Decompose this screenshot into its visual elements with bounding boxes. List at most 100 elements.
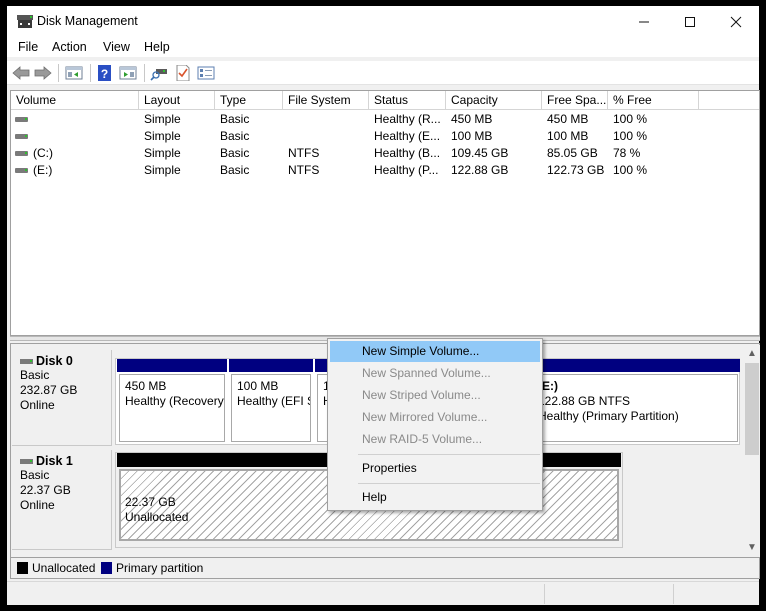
disk-management-app-icon — [17, 15, 33, 28]
volume-layout: Simple — [144, 129, 181, 143]
partition-body: (E:) 122.88 GB NTFS Healthy (Primary Par… — [529, 374, 738, 442]
disk-management-window: Disk Management File Action View Help ? … — [7, 6, 760, 605]
drive-icon — [20, 458, 33, 464]
forward-arrow-icon[interactable] — [34, 65, 52, 81]
volume-capacity: 122.88 GB — [451, 163, 509, 177]
disk-1-status: Online — [20, 498, 55, 512]
volume-free-space: 122.73 GB — [547, 163, 605, 177]
toolbar: ? — [7, 61, 759, 85]
volume-status: Healthy (R... — [374, 112, 441, 126]
help-icon[interactable]: ? — [96, 65, 114, 81]
volume-free-space: 450 MB — [547, 112, 589, 126]
drive-icon — [20, 358, 33, 364]
back-arrow-icon[interactable] — [12, 65, 30, 81]
menu-view[interactable]: View — [103, 40, 130, 54]
console-tree-icon[interactable] — [65, 65, 83, 81]
partition-status: Healthy (EFI S — [237, 394, 311, 408]
close-button[interactable] — [713, 6, 759, 37]
menu-new-simple-volume[interactable]: New Simple Volume... — [330, 341, 540, 362]
disk-0-name: Disk 0 — [36, 354, 73, 368]
unallocated-swatch — [17, 562, 28, 574]
menu-help[interactable]: Help — [144, 40, 170, 54]
drive-icon — [15, 151, 28, 156]
volume-percent-free: 100 % — [613, 129, 648, 143]
partition-title: (E:) — [538, 379, 558, 393]
volume-type: Basic — [220, 112, 250, 126]
status-divider — [673, 584, 674, 604]
drive-icon — [15, 168, 28, 173]
volume-layout: Simple — [144, 112, 181, 126]
minimize-button[interactable] — [621, 6, 667, 37]
disk-1-label[interactable]: Disk 1 Basic 22.37 GB Online — [12, 450, 112, 550]
partition-e[interactable]: (E:) 122.88 GB NTFS Healthy (Primary Par… — [527, 359, 740, 444]
disk-1-name-row: Disk 1 — [20, 454, 111, 468]
primary-partition-bar — [527, 359, 740, 372]
partition-body: 100 MB Healthy (EFI S — [231, 374, 311, 442]
toolbar-separator — [144, 64, 145, 82]
volume-percent-free: 100 % — [613, 163, 648, 177]
disk-0-size: 232.87 GB — [20, 383, 78, 397]
minimize-icon — [639, 21, 649, 22]
legend: Unallocated Primary partition — [10, 558, 760, 579]
checklist-icon[interactable] — [197, 65, 215, 81]
partition-recovery[interactable]: 450 MB Healthy (Recovery — [117, 359, 227, 444]
volume-row[interactable]: (C:) Simple Basic NTFS Healthy (B... 109… — [11, 145, 759, 162]
column-header-file-system[interactable]: File System — [283, 91, 369, 110]
window-title: Disk Management — [37, 14, 138, 28]
menu-new-striped-volume[interactable]: New Striped Volume... — [330, 385, 540, 406]
menu-help-item[interactable]: Help — [330, 487, 540, 508]
volume-row[interactable]: (E:) Simple Basic NTFS Healthy (P... 122… — [11, 162, 759, 179]
disk-0-type: Basic — [20, 368, 50, 382]
volume-capacity: 450 MB — [451, 112, 493, 126]
volume-row[interactable]: Simple Basic Healthy (E... 100 MB 100 MB… — [11, 128, 759, 145]
column-header-empty — [699, 91, 759, 110]
column-header-layout[interactable]: Layout — [139, 91, 215, 110]
drive-icon — [15, 134, 28, 139]
maximize-button[interactable] — [667, 6, 713, 37]
close-icon — [730, 16, 742, 27]
menu-file[interactable]: File — [18, 40, 38, 54]
volume-name: (E:) — [33, 163, 53, 177]
toolbar-separator — [58, 64, 59, 82]
maximize-icon — [685, 16, 695, 27]
column-header-type[interactable]: Type — [215, 91, 283, 110]
scroll-up-icon[interactable]: ▲ — [744, 346, 760, 362]
column-header-percent-free[interactable]: % Free — [608, 91, 699, 110]
volume-row[interactable]: Simple Basic Healthy (R... 450 MB 450 MB… — [11, 111, 759, 128]
menu-properties[interactable]: Properties — [330, 458, 540, 479]
volume-file-system: NTFS — [288, 146, 320, 160]
partition-efi[interactable]: 100 MB Healthy (EFI S — [229, 359, 313, 444]
properties-icon[interactable] — [174, 65, 192, 81]
legend-primary-partition: Primary partition — [116, 561, 204, 575]
volume-percent-free: 100 % — [613, 112, 648, 126]
menu-action[interactable]: Action — [52, 40, 87, 54]
volume-status: Healthy (E... — [374, 129, 441, 143]
menu-new-mirrored-volume[interactable]: New Mirrored Volume... — [330, 407, 540, 428]
action-pane-icon[interactable] — [119, 65, 137, 81]
disk-0-name-row: Disk 0 — [20, 354, 111, 368]
scroll-down-icon[interactable]: ▼ — [744, 540, 760, 556]
column-header-free-space[interactable]: Free Spa... — [542, 91, 608, 110]
scrollbar-thumb[interactable] — [745, 363, 759, 455]
graphical-view-scrollbar[interactable]: ▲ ▼ — [744, 345, 760, 557]
menu-new-spanned-volume[interactable]: New Spanned Volume... — [330, 363, 540, 384]
volume-type: Basic — [220, 146, 250, 160]
volume-layout: Simple — [144, 163, 181, 177]
volume-status: Healthy (P... — [374, 163, 439, 177]
volume-file-system: NTFS — [288, 163, 320, 177]
connect-disk-icon[interactable] — [150, 65, 168, 81]
column-header-volume[interactable]: Volume — [11, 91, 139, 110]
unallocated-status: Unallocated — [125, 510, 189, 524]
column-header-status[interactable]: Status — [369, 91, 446, 110]
column-header-capacity[interactable]: Capacity — [446, 91, 542, 110]
volume-layout: Simple — [144, 146, 181, 160]
menu-new-raid5-volume[interactable]: New RAID-5 Volume... — [330, 429, 540, 450]
volume-list: Volume Layout Type File System Status Ca… — [10, 90, 760, 336]
volume-type: Basic — [220, 129, 250, 143]
partition-size: 450 MB — [125, 379, 167, 393]
disk-1-size: 22.37 GB — [20, 483, 71, 497]
status-divider — [544, 584, 545, 604]
disk-0-label[interactable]: Disk 0 Basic 232.87 GB Online — [12, 350, 112, 446]
volume-percent-free: 78 % — [613, 146, 641, 160]
status-bar — [7, 581, 759, 605]
